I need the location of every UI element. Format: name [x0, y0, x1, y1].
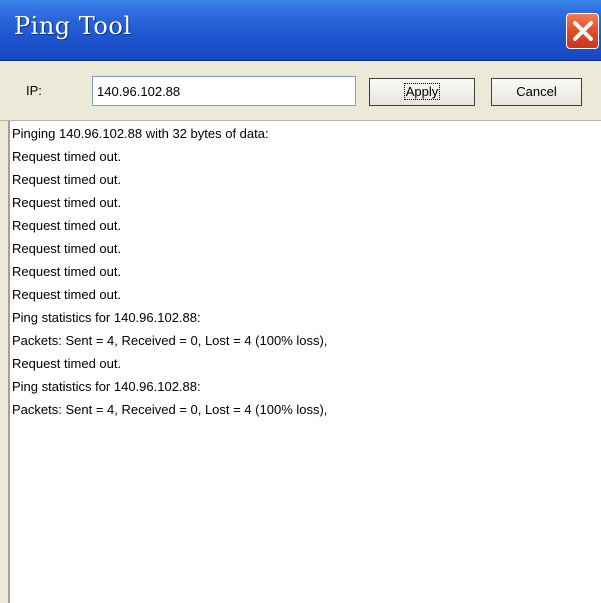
cancel-button[interactable]: Cancel [491, 78, 582, 106]
ping-output-area[interactable]: Pinging 140.96.102.88 with 32 bytes of d… [8, 121, 601, 603]
output-line: Request timed out. [12, 287, 122, 302]
ip-label: IP: [26, 83, 42, 98]
output-line: Request timed out. [12, 149, 122, 164]
apply-button[interactable]: Apply [369, 78, 475, 106]
output-line: Request timed out. [12, 241, 122, 256]
output-line: Request timed out. [12, 356, 122, 371]
output-line: Ping statistics for 140.96.102.88: [12, 310, 201, 325]
output-line: Request timed out. [12, 264, 122, 279]
apply-button-label: Apply [403, 83, 441, 100]
close-icon [573, 21, 593, 41]
title-bar[interactable]: Ping Tool [0, 0, 601, 61]
output-line: Ping statistics for 140.96.102.88: [12, 379, 201, 394]
output-line: Pinging 140.96.102.88 with 32 bytes of d… [12, 126, 269, 141]
output-line: Request timed out. [12, 218, 122, 233]
output-line: Packets: Sent = 4, Received = 0, Lost = … [12, 333, 328, 348]
window-title: Ping Tool [14, 12, 132, 40]
close-button[interactable] [566, 13, 599, 49]
ip-input[interactable] [92, 76, 356, 106]
ip-toolbar: IP: Apply Cancel [0, 61, 601, 121]
output-line: Packets: Sent = 4, Received = 0, Lost = … [12, 402, 328, 417]
ping-tool-window: Ping Tool IP: Apply Cancel Pinging 140.9… [0, 0, 601, 603]
output-line: Request timed out. [12, 195, 122, 210]
output-line: Request timed out. [12, 172, 122, 187]
